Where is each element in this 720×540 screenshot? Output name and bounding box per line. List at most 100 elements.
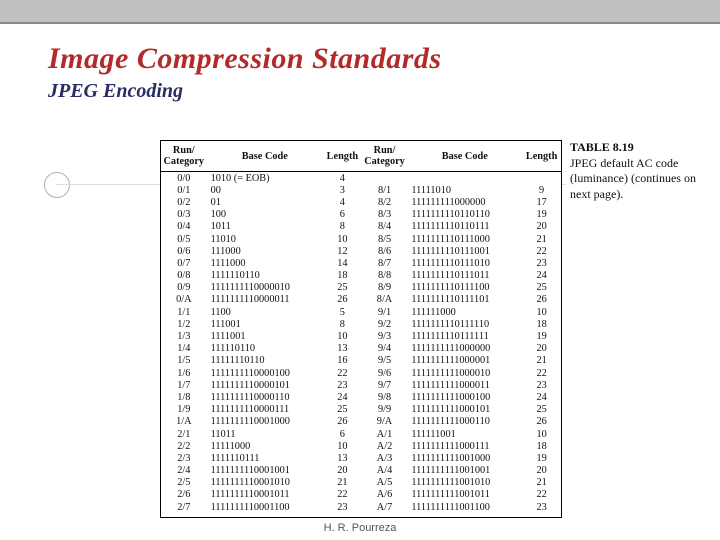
table-cell: 1111111111000011 [407,379,522,391]
table-cell: 21 [522,355,561,367]
table-cell: 0/1 [161,184,207,196]
table-row: 1/81111111110000110249/81111111111000100… [161,391,561,403]
table-cell: 8/3 [362,209,408,221]
table-cell: 25 [522,404,561,416]
table-cell: 1111111111001011 [407,489,522,501]
table-row: 0/A1111111110000011268/A1111111110111101… [161,294,561,306]
table-row: 0/20148/211111111100000017 [161,196,561,208]
table-cell: 1111110111 [207,452,323,464]
table-cell: 8/2 [362,196,408,208]
table-row: 1/511111110110169/5111111111100000121 [161,355,561,367]
col-length-right: Length [522,141,561,172]
col-base-code-right: Base Code [407,141,522,172]
table-cell: 8/4 [362,221,408,233]
table-cell: 1111111110111011 [407,270,522,282]
decorative-circle [44,172,70,198]
table-cell: 9/4 [362,343,408,355]
table-cell: 26 [522,416,561,428]
table-caption: TABLE 8.19 JPEG default AC code (luminan… [570,140,700,202]
table-cell: 9/6 [362,367,408,379]
table-cell: 14 [323,257,362,269]
table-row: 0/01010 (= EOB)4 [161,172,561,185]
table-cell: 1/7 [161,379,207,391]
table-cell: 20 [522,343,561,355]
table-cell: 10 [323,440,362,452]
table-cell: 8 [323,318,362,330]
table-cell: 1111111110000110 [207,391,323,403]
table-cell: 100 [207,209,323,221]
table-cell: 2/3 [161,452,207,464]
table-cell: 8/9 [362,282,408,294]
table-cell: 20 [522,465,561,477]
table-cell: 4 [323,196,362,208]
slide-title: Image Compression Standards [48,42,442,76]
table-cell: 8/A [362,294,408,306]
table-cell: 9/8 [362,391,408,403]
table-cell: 23 [323,501,362,513]
table-cell: 20 [522,221,561,233]
table-cell: 2/1 [161,428,207,440]
table-cell: 1111111110000111 [207,404,323,416]
table-row: 2/1110116A/111111100110 [161,428,561,440]
table-cell: 1/9 [161,404,207,416]
table-cell: 19 [522,209,561,221]
table-cell: 2/4 [161,465,207,477]
table-cell: 4 [323,172,362,185]
table-cell [407,172,522,185]
table-cell: 111110110 [207,343,323,355]
table-cell: 18 [323,270,362,282]
table-cell: 21 [323,477,362,489]
table-cell: 0/6 [161,245,207,257]
table-row: 2/7111111111000110023A/71111111111001100… [161,501,561,513]
table-cell: 25 [323,404,362,416]
table-cell: 22 [522,367,561,379]
table-row: 2/4111111111000100120A/41111111111001001… [161,465,561,477]
table-cell: 25 [323,282,362,294]
table-row: 1/4111110110139/4111111111100000020 [161,343,561,355]
table-row: 0/10038/1111110109 [161,184,561,196]
table-cell: 1/6 [161,367,207,379]
table-cell: 1111111110110111 [407,221,522,233]
table-cell: 1111111111001000 [407,452,522,464]
table-cell: 1111111110110110 [407,209,522,221]
table-cell: 9/5 [362,355,408,367]
table-cell: 00 [207,184,323,196]
table-cell: 22 [323,367,362,379]
table-cell: 6 [323,428,362,440]
table-cell: 19 [522,452,561,464]
table-cell: 111001 [207,318,323,330]
table-cell: 1100 [207,306,323,318]
table-cell: 25 [522,282,561,294]
table-cell: 0/A [161,294,207,306]
slide-subtitle: JPEG Encoding [48,80,183,103]
table-cell: 11011 [207,428,323,440]
table-cell: 1111111111001001 [407,465,522,477]
table-cell: 24 [522,270,561,282]
table-cell: 1111111110000011 [207,294,323,306]
table-cell: 2/6 [161,489,207,501]
table-cell: 111000 [207,245,323,257]
table-cell: 10 [522,306,561,318]
table-cell: 6 [323,209,362,221]
table-cell: 0/3 [161,209,207,221]
caption-body: JPEG default AC code (luminance) (contin… [570,156,696,201]
table-cell: 1111111111001010 [407,477,522,489]
table-cell: 3 [323,184,362,196]
table-cell: 23 [522,379,561,391]
table-cell: 26 [323,416,362,428]
table-row: 1/61111111110000100229/61111111111000010… [161,367,561,379]
table-row: 0/91111111110000010258/91111111110111100… [161,282,561,294]
table-cell: 9/A [362,416,408,428]
table-cell: 22 [522,245,561,257]
table-row: 1/91111111110000111259/91111111111000101… [161,404,561,416]
table-cell: 111111000 [407,306,522,318]
table-cell: 11111110110 [207,355,323,367]
table-cell: 1111111110001100 [207,501,323,513]
table-cell: 10 [522,428,561,440]
table-cell: 0/0 [161,172,207,185]
table-cell: 5 [323,306,362,318]
table-cell: 1111111110000010 [207,282,323,294]
table-cell: 0/8 [161,270,207,282]
table-cell: 8/6 [362,245,408,257]
table-cell: 22 [323,489,362,501]
